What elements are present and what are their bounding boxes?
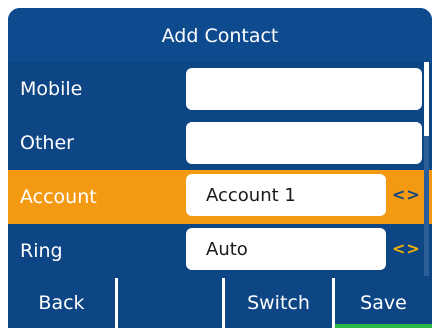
left-right-arrows-icon[interactable]: <> [392,174,420,216]
field-row-account[interactable]: Account Account 1 <> [8,170,432,224]
field-row-other[interactable]: Other [8,116,432,170]
field-label-other: Other [20,132,74,154]
field-label-mobile: Mobile [20,78,83,100]
scrollbar-thumb[interactable] [424,62,429,136]
empty-softkey[interactable] [115,278,222,328]
scrollbar[interactable] [424,62,429,276]
save-softkey[interactable]: Save [332,278,432,328]
phone-screen: Add Contact Mobile Other Account Account… [8,8,432,328]
account-select[interactable]: Account 1 [186,174,386,216]
page-title: Add Contact [8,8,432,62]
other-input[interactable] [186,122,422,164]
left-right-arrows-icon[interactable]: <> [392,228,420,270]
mobile-input[interactable] [186,68,422,110]
field-row-ring[interactable]: Ring Auto <> [8,224,432,278]
field-label-account: Account [20,186,97,208]
field-row-mobile[interactable]: Mobile [8,62,432,116]
field-label-ring: Ring [20,240,63,262]
softkey-bar: Back Switch Save [8,278,432,328]
ring-select[interactable]: Auto [186,228,386,270]
back-softkey[interactable]: Back [8,278,115,328]
switch-softkey[interactable]: Switch [222,278,332,328]
